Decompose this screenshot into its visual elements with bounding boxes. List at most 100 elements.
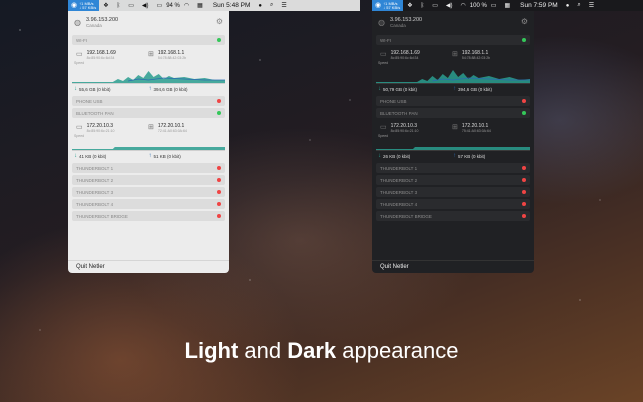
menu-list-icon[interactable]: ☰ [589, 2, 594, 9]
section-label: THUNDERBOLT 2 [380, 177, 418, 183]
battery-icon[interactable]: ▭ [491, 2, 497, 9]
section-label: THUNDERBOLT 3 [380, 189, 418, 195]
status-dot-connected [217, 111, 221, 115]
globe-icon: ◉ [375, 1, 382, 9]
status-dot-disconnected [522, 202, 526, 206]
router-mac: 72:41:A0:63:0A:64 [157, 129, 187, 133]
wifi-icon[interactable]: ◠ [461, 2, 466, 9]
section-label: THUNDERBOLT 2 [76, 177, 114, 183]
section-thunderbolt-1[interactable]: THUNDERBOLT 1 [376, 163, 530, 173]
section-label: PHONE USB [380, 98, 407, 104]
upload-arrow-icon: ↑ [148, 153, 152, 159]
section-thunderbolt-4[interactable]: THUNDERBOLT 4 [376, 199, 530, 209]
netler-menu-item[interactable]: ◉ ↑1 MB/s ↓ 57 KB/s [372, 0, 404, 11]
download-total: 50,79 GB (0 kbit) [383, 86, 418, 92]
section-label: WI-FI [380, 37, 391, 43]
bluetooth-icon[interactable]: ᛒ [421, 3, 425, 9]
section-wifi[interactable]: WI-FI [72, 35, 225, 45]
download-total: 55,6 GB (0 kbit) [79, 86, 111, 92]
caption-and-word: and [238, 338, 288, 363]
section-phone-usb[interactable]: PHONE USB [72, 96, 225, 106]
caption: Light and Dark appearance [0, 338, 643, 364]
spotlight-search-icon[interactable]: ⌕ [270, 2, 273, 9]
clock[interactable]: Sun 7:59 PM [520, 2, 558, 9]
wifi-speed-graph [72, 65, 225, 84]
section-thunderbolt-3[interactable]: THUNDERBOLT 3 [72, 187, 225, 197]
upload-total: 394,6 GB (0 kbit) [458, 86, 493, 92]
bluetooth-speed-graph [376, 138, 530, 151]
airplay-icon[interactable]: ▭ [432, 2, 438, 9]
section-label: THUNDERBOLT 4 [76, 201, 114, 207]
upload-total: 51 KB (0 kbit) [153, 153, 181, 159]
caption-dark-word: Dark [287, 338, 337, 363]
clock[interactable]: Sun 5:48 PM [213, 2, 251, 9]
gear-icon[interactable]: ⚙ [521, 17, 528, 26]
status-dot-disconnected [522, 190, 526, 194]
wifi-icon[interactable]: ◠ [184, 2, 189, 9]
upload-arrow-icon: ↑ [148, 86, 152, 92]
section-thunderbolt-bridge[interactable]: THUNDERBOLT BRIDGE [376, 211, 530, 221]
local-mac: 8c:85:90:6c:21:10 [390, 129, 419, 133]
laptop-icon: ▭ [76, 124, 83, 131]
status-dot-disconnected [217, 178, 221, 182]
status-dot-connected [217, 38, 221, 42]
bluetooth-totals: ↓ 41 KB (0 kbit) ↑ 51 KB (0 kbit) [68, 151, 229, 161]
wifi-addresses: ▭ 192.168.1.69 8c:85:90:6c:6d:34 ⊞ 192.168.… [68, 47, 229, 60]
panel-header: ◍ 3.96.153.200 Canada ⚙ [68, 11, 229, 33]
section-thunderbolt-2[interactable]: THUNDERBOLT 2 [72, 175, 225, 185]
airplay-icon[interactable]: ▭ [128, 2, 134, 9]
battery-icon[interactable]: ▭ [157, 2, 163, 9]
dropbox-icon[interactable]: ❖ [407, 2, 412, 9]
section-thunderbolt-bridge[interactable]: THUNDERBOLT BRIDGE [72, 211, 225, 221]
router-icon: ⊞ [452, 51, 458, 58]
upload-total: 394,6 GB (0 kbit) [153, 86, 188, 92]
volume-icon[interactable]: ◀) [446, 2, 453, 9]
status-dot-disconnected [217, 202, 221, 206]
quit-button[interactable]: Quit Netler [372, 260, 534, 273]
download-arrow-icon: ↓ [378, 86, 381, 92]
section-thunderbolt-3[interactable]: THUNDERBOLT 3 [376, 187, 530, 197]
section-thunderbolt-1[interactable]: THUNDERBOLT 1 [72, 163, 225, 173]
flag-icon[interactable]: ▦ [504, 2, 510, 9]
section-wifi[interactable]: WI-FI [376, 35, 530, 45]
status-dot-disconnected [522, 166, 526, 170]
laptop-icon: ▭ [380, 124, 387, 131]
status-dot-disconnected [522, 99, 526, 103]
bluetooth-totals: ↓ 26 KB (0 kbit) ↑ 57 KB (0 kbit) [372, 151, 534, 161]
menu-list-icon[interactable]: ☰ [281, 2, 286, 9]
user-icon[interactable]: ● [566, 3, 570, 9]
gear-icon[interactable]: ⚙ [216, 17, 223, 26]
router-icon: ⊞ [452, 124, 458, 131]
wifi-totals: ↓ 50,79 GB (0 kbit) ↑ 394,6 GB (0 kbit) [372, 84, 534, 94]
section-phone-usb[interactable]: PHONE USB [376, 96, 530, 106]
section-label: THUNDERBOLT 1 [76, 165, 114, 171]
laptop-icon: ▭ [76, 51, 83, 58]
section-thunderbolt-4[interactable]: THUNDERBOLT 4 [72, 199, 225, 209]
netler-menu-item[interactable]: ◉ ↑1 MB/s ↓ 57 KB/s [68, 0, 100, 11]
section-bluetooth-pan[interactable]: BLUETOOTH PAN [376, 108, 530, 118]
caption-rest: appearance [336, 338, 459, 363]
caption-light-word: Light [184, 338, 239, 363]
router-icon: ⊞ [148, 124, 154, 131]
netler-download-rate: ↓ 57 KB/s [79, 4, 97, 10]
upload-arrow-icon: ↑ [453, 86, 456, 92]
user-icon[interactable]: ● [258, 3, 262, 9]
location: Canada [85, 22, 102, 28]
wifi-speed-graph [376, 65, 530, 84]
netler-download-rate: ↓ 57 KB/s [383, 4, 401, 10]
battery-percentage: 100 % [469, 2, 487, 9]
flag-icon[interactable]: ▦ [197, 2, 203, 9]
section-label: BLUETOOTH PAN [76, 110, 114, 116]
section-label: THUNDERBOLT 1 [380, 165, 418, 171]
quit-button[interactable]: Quit Netler [68, 260, 229, 273]
download-arrow-icon: ↓ [74, 86, 77, 92]
spotlight-search-icon[interactable]: ⌕ [577, 2, 580, 9]
section-bluetooth-pan[interactable]: BLUETOOTH PAN [72, 108, 225, 118]
bluetooth-icon[interactable]: ᛒ [117, 3, 121, 9]
section-thunderbolt-2[interactable]: THUNDERBOLT 2 [376, 175, 530, 185]
public-ip: 3.96.153.200 [389, 16, 423, 23]
battery-percentage: 94 % [166, 2, 180, 9]
dropbox-icon[interactable]: ❖ [103, 2, 108, 9]
volume-icon[interactable]: ◀) [142, 2, 149, 9]
status-dot-disconnected [522, 214, 526, 218]
